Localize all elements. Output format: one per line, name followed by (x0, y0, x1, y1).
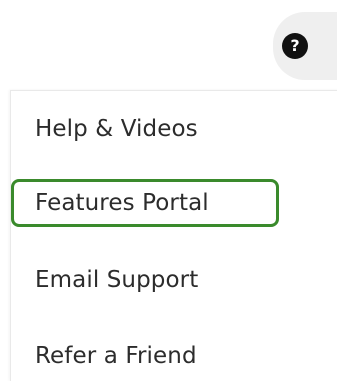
menu-item-features-portal[interactable]: Features Portal (35, 190, 209, 216)
help-button[interactable]: ? (273, 12, 337, 80)
menu-item-email-support[interactable]: Email Support (35, 267, 198, 293)
help-menu: Help & Videos Features Portal Email Supp… (10, 90, 337, 381)
menu-item-refer-a-friend[interactable]: Refer a Friend (35, 343, 197, 369)
menu-item-help-videos[interactable]: Help & Videos (35, 116, 198, 142)
question-mark-icon: ? (282, 33, 308, 59)
